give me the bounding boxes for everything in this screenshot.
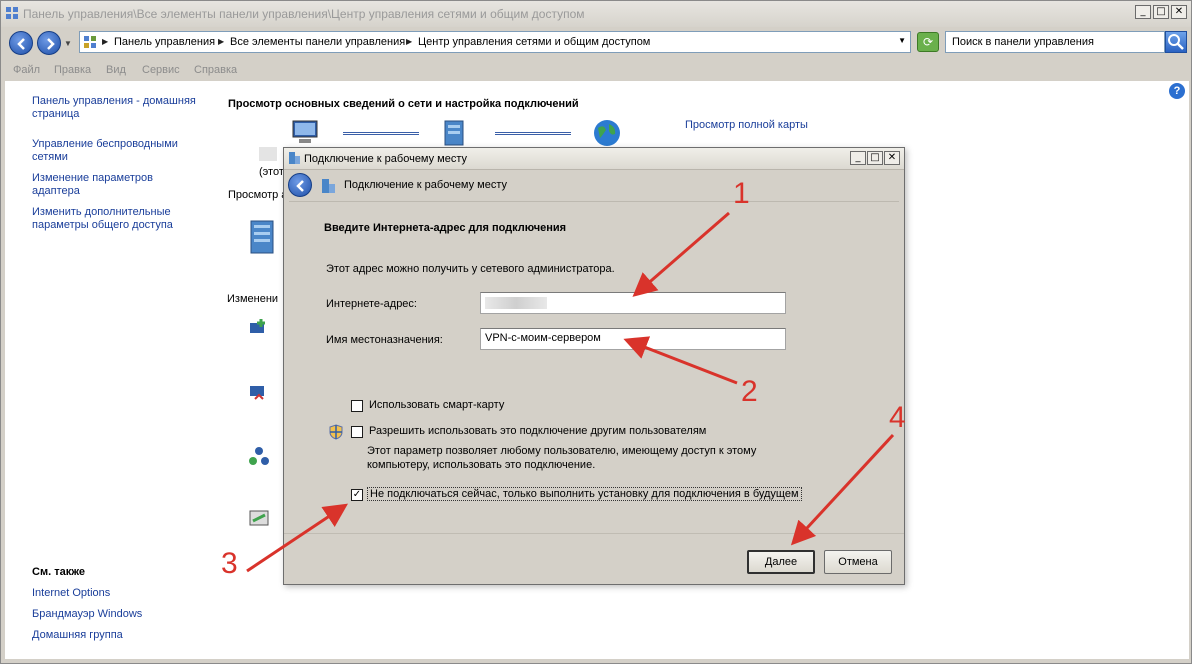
dialog-maximize-button[interactable]: □	[867, 151, 883, 165]
change-settings-label: Изменени	[227, 293, 279, 305]
search-icon	[1168, 34, 1184, 50]
page-heading: Просмотр основных сведений о сети и наст…	[228, 98, 579, 110]
see-also-firewall[interactable]: Брандмауэр Windows	[32, 608, 142, 621]
control-panel-icon	[6, 7, 18, 19]
annotation-number-1: 1	[733, 177, 750, 210]
share-connection-label[interactable]: Разрешить использовать это подключение д…	[369, 425, 706, 437]
see-also-homegroup[interactable]: Домашняя группа	[32, 629, 123, 642]
address-row: ▼ ▶ Панель управления ▶ Все элементы пан…	[1, 27, 1191, 59]
arrow-right-icon	[47, 38, 55, 50]
control-panel-icon	[84, 36, 96, 48]
view-active-networks-label: Просмотр а	[228, 189, 288, 201]
back-button[interactable]	[9, 31, 33, 55]
destination-label: Имя местоназначения:	[326, 334, 443, 346]
homegroup-icon[interactable]	[247, 445, 271, 469]
arrow-left-icon	[296, 180, 304, 192]
window-title: Панель управления\Все элементы панели уп…	[23, 7, 585, 21]
see-also-heading: См. также	[32, 566, 85, 578]
share-connection-checkbox[interactable]	[351, 426, 363, 438]
recent-pages-dropdown-icon[interactable]: ▼	[64, 39, 72, 48]
next-button[interactable]: Далее	[747, 550, 815, 574]
network-icon	[444, 120, 464, 146]
address-label: Интернете-адрес:	[326, 298, 417, 310]
sidebar-link-wireless[interactable]: Управление беспроводными сетями	[32, 138, 192, 164]
breadcrumb-control-panel[interactable]: Панель управления	[114, 36, 215, 48]
vpn-wizard-dialog: Подключение к рабочему месту _ □ ✕ Подкл…	[283, 147, 905, 585]
computer-icon	[292, 120, 318, 143]
dialog-header: Подключение к рабочему месту	[284, 170, 904, 200]
search-input[interactable]: Поиск в панели управления	[945, 31, 1165, 53]
see-also-internet-options[interactable]: Internet Options	[32, 587, 110, 600]
maximize-button[interactable]: □	[1153, 5, 1169, 19]
dialog-close-button[interactable]: ✕	[884, 151, 900, 165]
dialog-body: Введите Интернета-адрес для подключения …	[289, 201, 899, 533]
chevron-right-icon[interactable]: ▶	[406, 37, 412, 46]
annotation-number-3: 3	[221, 547, 238, 580]
internet-globe-icon	[594, 120, 620, 146]
cancel-button[interactable]: Отмена	[824, 550, 892, 574]
menu-help[interactable]: Справка	[194, 64, 237, 76]
sidebar-link-home[interactable]: Панель управления - домашняя страница	[32, 95, 202, 121]
arrow-left-icon	[17, 38, 25, 50]
network-link-line	[343, 132, 419, 135]
dialog-back-button[interactable]	[288, 173, 312, 197]
chevron-right-icon[interactable]: ▶	[218, 37, 224, 46]
annotation-number-2: 2	[741, 375, 758, 408]
new-connection-icon[interactable]	[247, 317, 271, 341]
control-panel-window: Панель управления\Все элементы панели уп…	[0, 0, 1192, 664]
destination-name-input[interactable]: VPN-с-моим-сервером	[480, 328, 786, 350]
help-icon[interactable]: ?	[1169, 83, 1185, 99]
section-title: Введите Интернета-адрес для подключения	[324, 222, 567, 234]
address-bar[interactable]: ▶ Панель управления ▶ Все элементы панел…	[79, 31, 911, 53]
forward-button[interactable]	[37, 31, 61, 55]
window-title-bar: Панель управления\Все элементы панели уп…	[1, 1, 1191, 27]
workplace-connection-icon	[289, 152, 300, 164]
refresh-button[interactable]: ⟳	[917, 32, 939, 52]
connect-to-network-icon[interactable]	[247, 381, 271, 405]
hint-text: Этот адрес можно получить у сетевого адм…	[326, 263, 615, 275]
chevron-right-icon[interactable]: ▶	[102, 37, 108, 46]
menu-tools[interactable]: Сервис	[142, 64, 180, 76]
smartcard-checkbox[interactable]	[351, 400, 363, 412]
share-connection-note: Этот параметр позволяет любому пользоват…	[367, 445, 757, 471]
blurred-address	[485, 297, 547, 309]
menu-view[interactable]: Вид	[106, 64, 126, 76]
this-computer-label: (этот	[259, 166, 284, 178]
dialog-footer: Далее Отмена	[284, 533, 904, 584]
search-button[interactable]	[1165, 31, 1187, 53]
menu-file[interactable]: Файл	[13, 64, 40, 76]
dialog-title-bar: Подключение к рабочему месту _ □ ✕	[284, 148, 904, 170]
minimize-button[interactable]: _	[1135, 5, 1151, 19]
network-link-line	[495, 132, 571, 135]
troubleshoot-icon[interactable]	[247, 507, 271, 531]
breadcrumb-all-items[interactable]: Все элементы панели управления	[230, 36, 405, 48]
breadcrumb-network-center[interactable]: Центр управления сетями и общим доступом	[418, 36, 650, 48]
connect-later-label[interactable]: Не подключаться сейчас, только выполнить…	[367, 487, 802, 501]
menu-bar: Файл Правка Вид Сервис Справка	[1, 61, 1191, 81]
internet-address-input[interactable]	[480, 292, 786, 314]
menu-edit[interactable]: Правка	[54, 64, 91, 76]
annotation-number-4: 4	[889, 401, 906, 434]
close-button[interactable]: ✕	[1171, 5, 1187, 19]
dialog-minimize-button[interactable]: _	[850, 151, 866, 165]
smartcard-label[interactable]: Использовать смарт-карту	[369, 399, 504, 411]
uac-shield-icon	[329, 424, 343, 440]
address-dropdown-icon[interactable]: ▼	[898, 36, 906, 45]
blurred-computer-name	[259, 147, 277, 161]
sidebar-link-sharing[interactable]: Изменить дополнительные параметры общего…	[32, 206, 192, 232]
dialog-title: Подключение к рабочему месту	[304, 153, 468, 165]
dialog-header-title: Подключение к рабочему месту	[344, 179, 508, 191]
sidebar-link-adapter[interactable]: Изменение параметров адаптера	[32, 172, 182, 198]
network-building-icon	[250, 220, 274, 254]
full-map-link[interactable]: Просмотр полной карты	[685, 119, 808, 131]
connect-later-checkbox[interactable]: ✓	[351, 489, 363, 501]
workplace-connection-icon	[322, 179, 335, 193]
